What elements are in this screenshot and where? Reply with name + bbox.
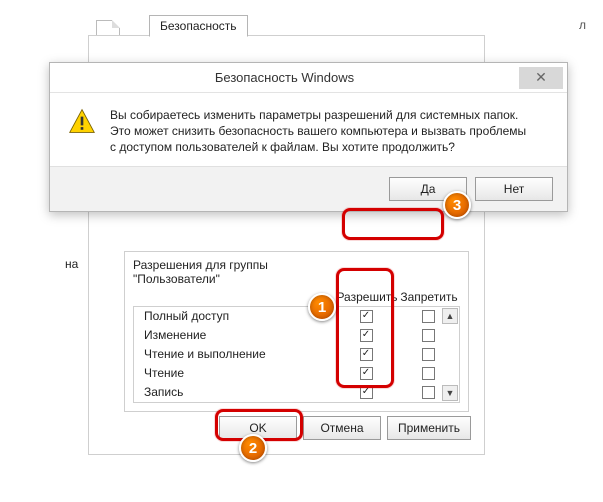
- dialog-button-bar: Да Нет: [50, 166, 567, 211]
- permission-row: Запись: [134, 383, 459, 402]
- yes-button[interactable]: Да: [389, 177, 467, 201]
- permission-row: Полный доступ: [134, 307, 459, 326]
- ok-button[interactable]: OK: [219, 416, 297, 440]
- cancel-button[interactable]: Отмена: [303, 416, 381, 440]
- dialog-titlebar: Безопасность Windows ✕: [50, 63, 567, 93]
- permission-row: Чтение: [134, 364, 459, 383]
- column-allow: Разрешить: [336, 290, 398, 304]
- permission-name: Чтение: [144, 366, 335, 380]
- permission-name: Изменение: [144, 328, 335, 342]
- checkbox-allow[interactable]: [360, 367, 373, 380]
- checkbox-deny[interactable]: [422, 386, 435, 399]
- apply-button[interactable]: Применить: [387, 416, 471, 440]
- permission-name: Чтение и выполнение: [144, 347, 335, 361]
- permission-row: Чтение и выполнение: [134, 345, 459, 364]
- dialog-body: Вы собираетесь изменить параметры разреш…: [50, 93, 567, 166]
- permission-name: Полный доступ: [144, 309, 335, 323]
- bottom-button-bar: OK Отмена Применить: [219, 416, 471, 440]
- checkbox-allow[interactable]: [360, 386, 373, 399]
- confirmation-dialog: Безопасность Windows ✕ Вы собираетесь из…: [49, 62, 568, 212]
- permissions-list: Полный доступ Изменение Чтение и выполне…: [133, 306, 460, 403]
- checkbox-allow[interactable]: [360, 348, 373, 361]
- tab-strip: Безопасность: [149, 14, 248, 36]
- warning-icon: [68, 107, 96, 156]
- no-button[interactable]: Нет: [475, 177, 553, 201]
- permission-name: Запись: [144, 385, 335, 399]
- checkbox-deny[interactable]: [422, 329, 435, 342]
- checkbox-deny[interactable]: [422, 367, 435, 380]
- close-button[interactable]: ✕: [519, 67, 563, 89]
- permissions-title: Разрешения для группы "Пользователи": [133, 258, 313, 286]
- scroll-up-icon[interactable]: ▲: [442, 308, 458, 324]
- dialog-title: Безопасность Windows: [50, 70, 519, 85]
- checkbox-allow[interactable]: [360, 329, 373, 342]
- screenshot-root: Безопасность л на Разрешения для группы …: [0, 0, 603, 502]
- permission-row: Изменение: [134, 326, 459, 345]
- permissions-headers: Разрешить Запретить: [133, 290, 460, 304]
- checkbox-deny[interactable]: [422, 348, 435, 361]
- tab-security[interactable]: Безопасность: [149, 15, 248, 37]
- column-deny: Запретить: [398, 290, 460, 304]
- checkbox-allow[interactable]: [360, 310, 373, 323]
- permissions-group: Разрешения для группы "Пользователи" Раз…: [124, 251, 469, 412]
- checkbox-deny[interactable]: [422, 310, 435, 323]
- clipped-letter: л: [579, 18, 586, 32]
- dialog-message: Вы собираетесь изменить параметры разреш…: [110, 107, 530, 156]
- scroll-down-icon[interactable]: ▼: [442, 385, 458, 401]
- side-label: на: [65, 257, 78, 271]
